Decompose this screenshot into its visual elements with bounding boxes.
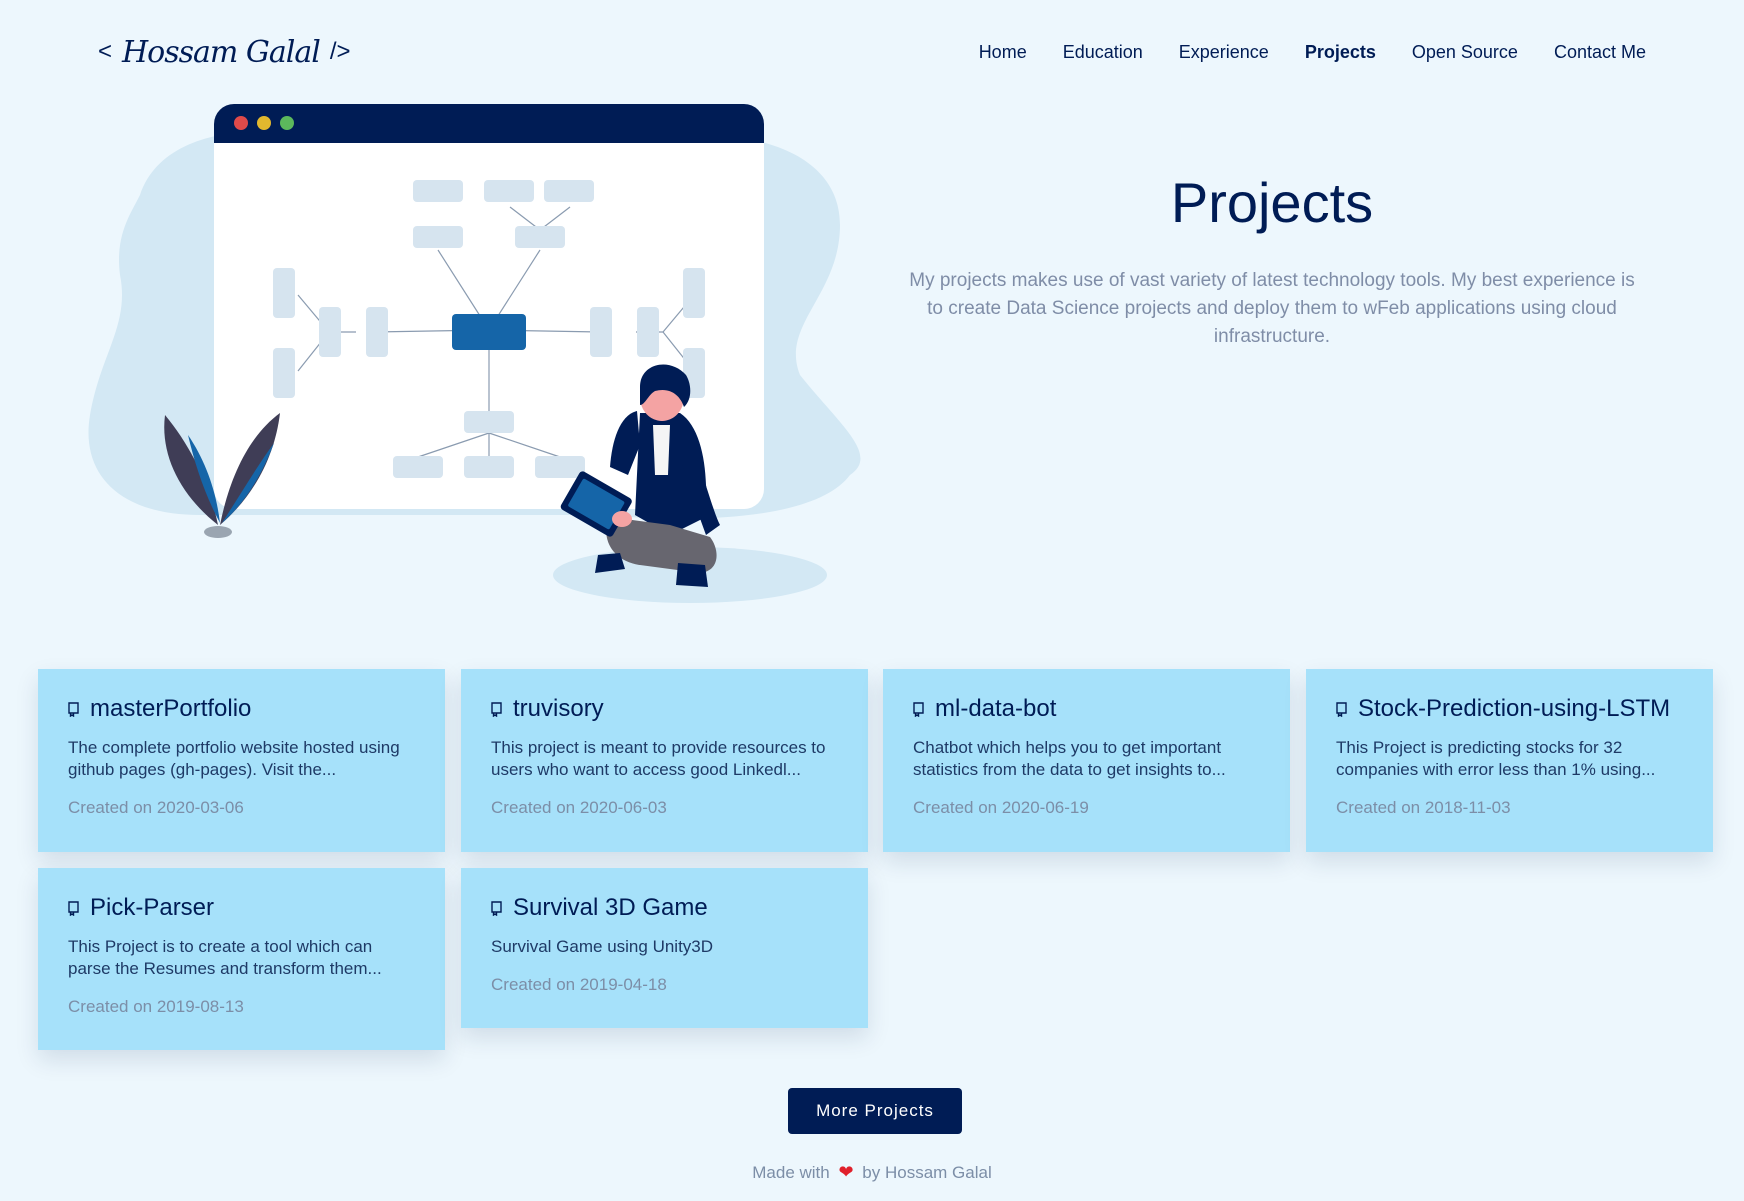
footer: Made with ❤ by Hossam Galal xyxy=(0,1162,1744,1183)
card-description: This project is meant to provide resourc… xyxy=(491,738,826,779)
project-card-ml-data-bot[interactable]: ml-data-bot Chatbot which helps you to g… xyxy=(883,669,1290,852)
nav-contact-me[interactable]: Contact Me xyxy=(1536,34,1664,71)
page-title: Projects xyxy=(1170,171,1374,234)
heart-icon: ❤ xyxy=(838,1162,854,1182)
nav-home[interactable]: Home xyxy=(961,34,1045,71)
card-title: Stock-Prediction-using-LSTM xyxy=(1336,695,1683,723)
card-description: This Project is to create a tool which c… xyxy=(68,937,382,978)
mindmap-center-node xyxy=(452,314,526,350)
hero-description: My projects makes use of vast variety of… xyxy=(909,270,1635,347)
logo[interactable]: < Hossam Galal /> xyxy=(98,30,351,74)
card-date: Created on 2019-08-13 xyxy=(68,997,244,1016)
logo-left-bracket: < xyxy=(98,38,113,65)
project-card-truvisory[interactable]: truvisory This project is meant to provi… xyxy=(461,669,868,852)
card-title: truvisory xyxy=(491,695,838,723)
site-header: < Hossam Galal /> Home Education Experie… xyxy=(0,0,1744,104)
hero-text: Projects My projects makes use of vast v… xyxy=(892,170,1652,351)
card-date: Created on 2020-06-03 xyxy=(491,798,667,817)
nav-education[interactable]: Education xyxy=(1045,34,1161,71)
nav-experience[interactable]: Experience xyxy=(1161,34,1287,71)
more-projects-button[interactable]: More Projects xyxy=(788,1088,962,1134)
footer-prefix: Made with xyxy=(752,1163,830,1182)
browser-titlebar xyxy=(214,104,764,143)
card-description: This Project is predicting stocks for 32… xyxy=(1336,738,1656,779)
card-name: Stock-Prediction-using-LSTM xyxy=(1358,695,1671,722)
window-dot-green xyxy=(280,116,294,130)
card-name: Pick-Parser xyxy=(90,894,215,921)
repo-icon xyxy=(68,900,79,916)
repo-icon xyxy=(913,701,924,717)
card-title: masterPortfolio xyxy=(68,695,415,723)
project-card-pick-parser[interactable]: Pick-Parser This Project is to create a … xyxy=(38,868,445,1050)
repo-icon xyxy=(491,701,502,717)
main-nav: Home Education Experience Projects Open … xyxy=(961,34,1664,71)
card-title: Pick-Parser xyxy=(68,894,415,922)
repo-icon xyxy=(1336,701,1347,717)
window-dot-yellow xyxy=(257,116,271,130)
card-date: Created on 2018-11-03 xyxy=(1336,798,1511,817)
card-name: Survival 3D Game xyxy=(513,894,708,921)
card-title: ml-data-bot xyxy=(913,695,1260,723)
card-name: truvisory xyxy=(513,695,604,722)
card-name: ml-data-bot xyxy=(935,695,1057,722)
project-card-masterportfolio[interactable]: masterPortfolio The complete portfolio w… xyxy=(38,669,445,852)
card-name: masterPortfolio xyxy=(90,695,252,722)
window-dot-red xyxy=(234,116,248,130)
hero-illustration xyxy=(88,104,861,603)
card-title: Survival 3D Game xyxy=(491,894,838,922)
card-date: Created on 2019-04-18 xyxy=(491,975,667,994)
nav-projects[interactable]: Projects xyxy=(1287,34,1394,71)
logo-signature: Hossam Galal xyxy=(122,34,321,70)
card-date: Created on 2020-06-19 xyxy=(913,798,1089,817)
card-description: Survival Game using Unity3D xyxy=(491,937,714,956)
card-description: The complete portfolio website hosted us… xyxy=(68,738,400,779)
card-description: Chatbot which helps you to get important… xyxy=(913,738,1226,779)
card-date: Created on 2020-03-06 xyxy=(68,798,244,817)
logo-right-bracket: /> xyxy=(329,38,351,65)
repo-icon xyxy=(68,701,79,717)
project-card-survival-3d-game[interactable]: Survival 3D Game Survival Game using Uni… xyxy=(461,868,868,1028)
project-card-stock-prediction[interactable]: Stock-Prediction-using-LSTM This Project… xyxy=(1306,669,1713,852)
footer-suffix: by Hossam Galal xyxy=(862,1163,992,1182)
repo-icon xyxy=(491,900,502,916)
nav-open-source[interactable]: Open Source xyxy=(1394,34,1536,71)
